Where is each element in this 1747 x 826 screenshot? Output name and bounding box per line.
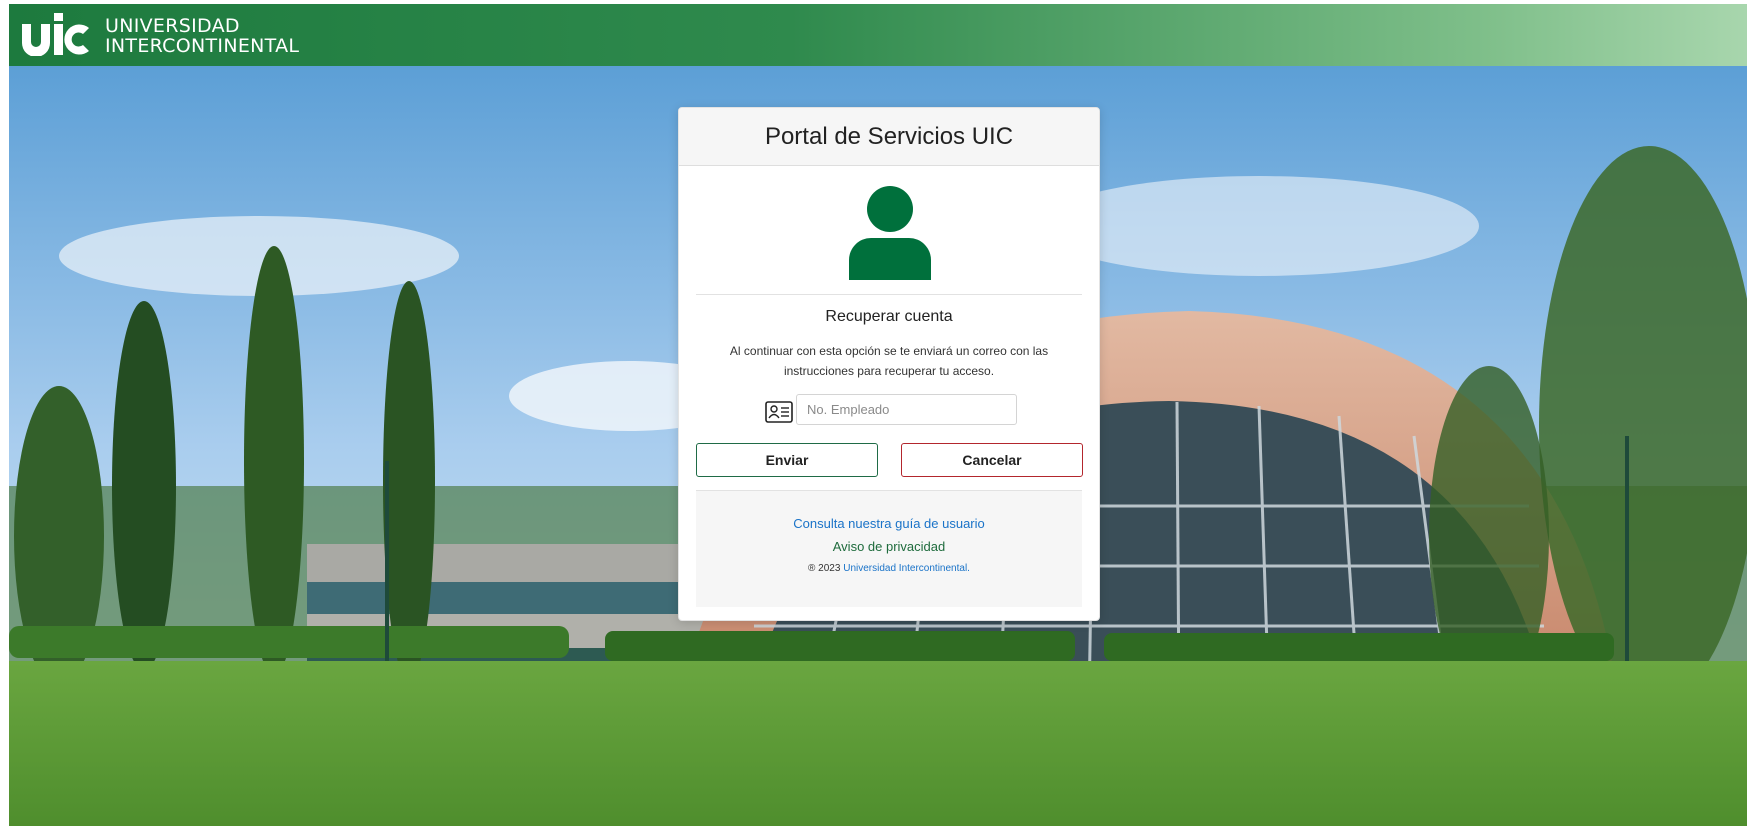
submit-button[interactable]: Enviar (696, 443, 878, 477)
user-icon (849, 186, 931, 280)
card-title: Portal de Servicios UIC (679, 108, 1099, 166)
uic-logo-icon (22, 13, 89, 56)
id-card-icon (765, 401, 793, 423)
user-guide-link[interactable]: Consulta nuestra guía de usuario (696, 516, 1082, 531)
top-bar: UNIVERSIDAD INTERCONTINENTAL (9, 4, 1747, 66)
university-link[interactable]: Universidad Intercontinental. (843, 563, 970, 574)
section-heading: Recuperar cuenta (825, 308, 953, 325)
logo-line-1: UNIVERSIDAD (105, 15, 240, 37)
page-frame: UNIVERSIDAD INTERCONTINENTAL Portal de S… (9, 4, 1747, 826)
copyright-prefix: ® 2023 (808, 563, 841, 574)
employee-number-input[interactable] (796, 394, 1017, 425)
recovery-card: Portal de Servicios UIC Recuperar cuenta… (678, 107, 1100, 621)
copyright-notice: ® 2023 Universidad Intercontinental. (696, 563, 1082, 574)
cancel-button[interactable]: Cancelar (901, 443, 1083, 477)
divider (696, 294, 1082, 295)
logo-wordmark: UNIVERSIDAD INTERCONTINENTAL (105, 16, 299, 56)
privacy-notice-link[interactable]: Aviso de privacidad (696, 539, 1082, 554)
instructions-text: Al continuar con esta opción se te envia… (729, 344, 1049, 378)
logo-line-2: INTERCONTINENTAL (105, 35, 300, 57)
card-footer: Consulta nuestra guía de usuario Aviso d… (696, 491, 1082, 607)
